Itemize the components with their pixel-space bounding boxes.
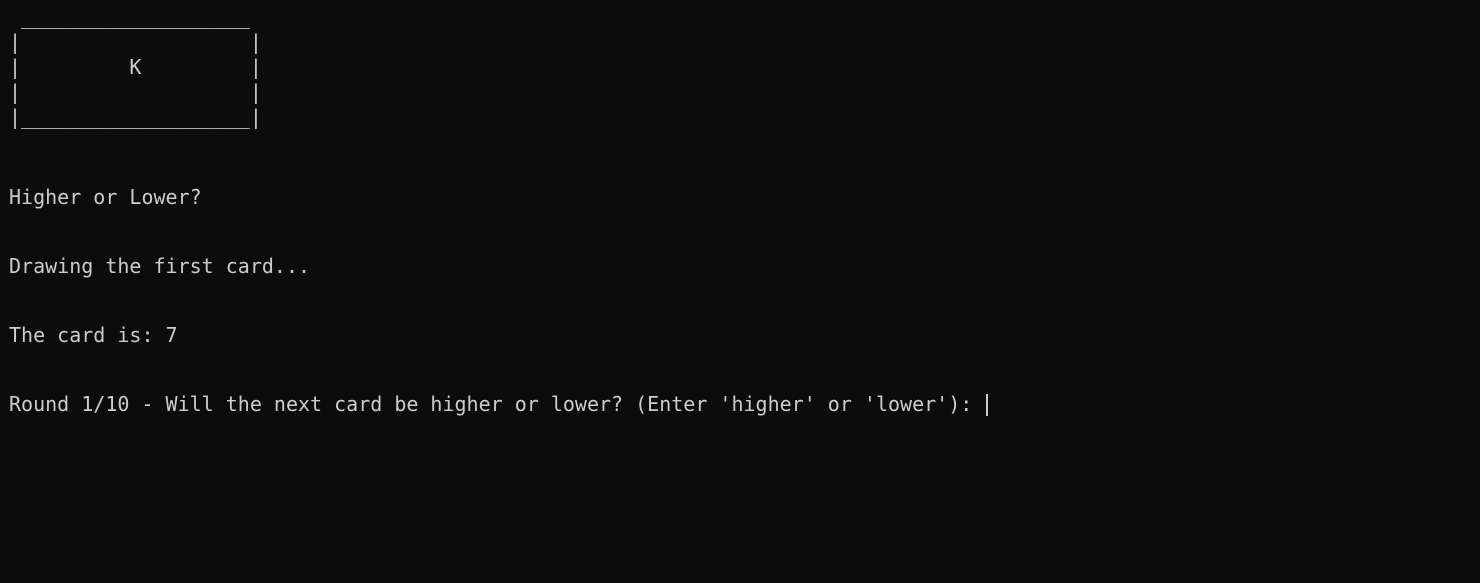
terminal-window[interactable]: ___________________ | | | K | | | |_________… bbox=[0, 0, 1480, 583]
card-art-line: ___________________ bbox=[9, 5, 250, 29]
input-prompt-line[interactable]: Round 1/10 - Will the next card be highe… bbox=[9, 392, 989, 416]
output-line: The card is: 7 bbox=[9, 323, 178, 347]
card-art-line: | | bbox=[9, 30, 262, 54]
card-ascii-art: ___________________ | | | K | | | |_________… bbox=[9, 5, 262, 130]
card-art-line: | K | bbox=[9, 55, 262, 79]
card-art-line: | | bbox=[9, 80, 262, 104]
card-art-line: |___________________| bbox=[9, 105, 262, 129]
prompt-text: Round 1/10 - Will the next card be highe… bbox=[9, 392, 985, 416]
output-line: Higher or Lower? bbox=[9, 185, 202, 209]
output-line: Drawing the first card... bbox=[9, 254, 311, 278]
terminal-output: Higher or Lower? Drawing the first card.… bbox=[9, 140, 989, 462]
text-cursor bbox=[986, 393, 989, 416]
